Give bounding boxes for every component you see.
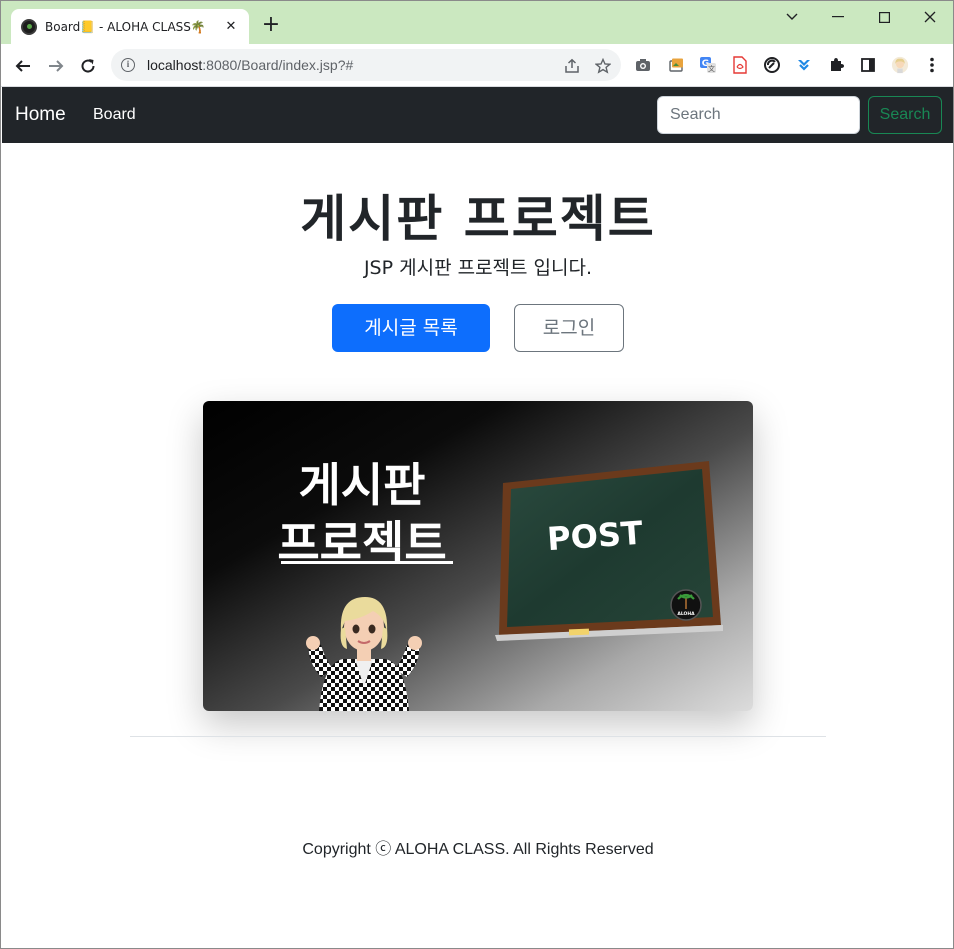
svg-text:文: 文 — [708, 64, 715, 73]
extensions-puzzle-icon[interactable] — [827, 56, 845, 74]
gallery-extension-icon[interactable] — [667, 56, 685, 74]
footer-copyright: Copyright ⓒ ALOHA CLASS. All Rights Rese… — [302, 841, 654, 858]
download-arrow-extension-icon[interactable] — [795, 56, 813, 74]
browser-window: Board📒 - ALOHA CLASS🌴 ✕ + i localhost:80… — [0, 0, 954, 949]
tab-search-chevron-icon[interactable] — [769, 5, 815, 29]
chalkboard-illustration: POST ALOHA — [495, 461, 723, 641]
side-panel-icon[interactable] — [859, 56, 877, 74]
more-menu-icon[interactable] — [923, 56, 941, 74]
nav-home-link[interactable]: Home — [15, 104, 66, 126]
banner-title-underline — [281, 561, 453, 564]
page-title: 게시판 프로젝트 — [300, 190, 656, 248]
address-bar[interactable]: i localhost:8080/Board/index.jsp?# — [111, 49, 621, 81]
pdf-extension-icon[interactable] — [731, 56, 749, 74]
translate-extension-icon[interactable]: G文 — [699, 56, 717, 74]
nav-board-link[interactable]: Board — [93, 106, 136, 124]
site-info-icon[interactable]: i — [121, 58, 135, 72]
new-tab-button[interactable]: + — [259, 14, 283, 38]
banner-title-line1: 게시판 — [298, 458, 426, 512]
sync-extension-icon[interactable] — [763, 56, 781, 74]
search-input[interactable] — [657, 96, 860, 134]
page-subtitle: JSP 게시판 프로젝트 입니다. — [363, 257, 593, 279]
maximize-button[interactable] — [861, 5, 907, 29]
avatar-character-illustration — [306, 597, 422, 711]
login-button[interactable]: 로그인 — [514, 304, 624, 352]
back-arrow-icon[interactable] — [9, 52, 37, 80]
camera-extension-icon[interactable] — [634, 56, 652, 74]
search-button[interactable]: Search — [868, 96, 942, 134]
aloha-logo-icon: ALOHA — [670, 589, 702, 621]
forward-arrow-icon[interactable] — [42, 52, 70, 80]
browser-tab[interactable]: Board📒 - ALOHA CLASS🌴 ✕ — [11, 9, 249, 44]
chalkboard-text: POST — [546, 514, 644, 559]
site-favicon-icon — [21, 18, 37, 35]
banner-image: 게시판 프로젝트 POST ALOHA — [203, 401, 753, 711]
footer-divider — [130, 736, 826, 737]
tab-close-icon[interactable]: ✕ — [223, 19, 239, 34]
svg-text:ALOHA: ALOHA — [677, 611, 695, 617]
browser-toolbar: i localhost:8080/Board/index.jsp?# G文 — [1, 44, 953, 87]
bookmark-star-icon[interactable] — [594, 57, 612, 75]
minimize-button[interactable] — [815, 5, 861, 29]
site-navbar: Home Board Search — [2, 87, 953, 143]
tab-title: Board📒 - ALOHA CLASS🌴 — [45, 19, 206, 34]
close-window-button[interactable] — [907, 5, 953, 29]
profile-avatar[interactable] — [891, 56, 909, 74]
reload-icon[interactable] — [74, 52, 102, 80]
post-list-button[interactable]: 게시글 목록 — [332, 304, 490, 352]
url-text: localhost:8080/Board/index.jsp?# — [147, 57, 354, 73]
share-icon[interactable] — [563, 57, 581, 75]
title-bar: Board📒 - ALOHA CLASS🌴 ✕ + — [1, 1, 953, 44]
